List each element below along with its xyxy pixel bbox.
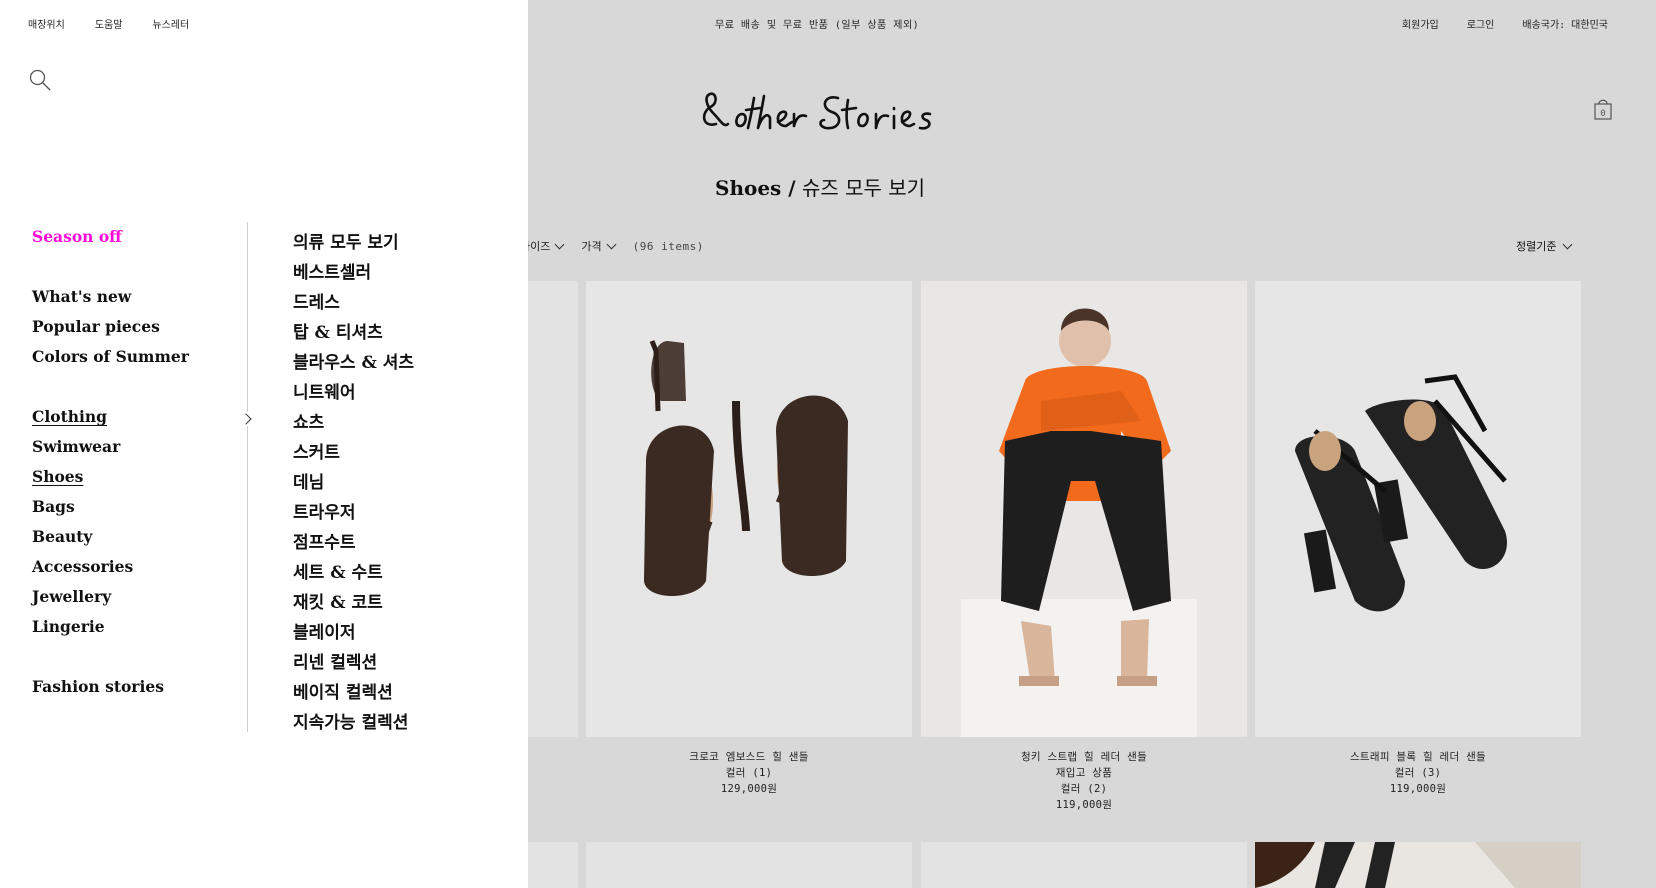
product-badge: 재입고 상품	[1055, 767, 1113, 779]
menu-item-beauty[interactable]: Beauty	[32, 526, 189, 556]
product-image[interactable]	[586, 281, 912, 737]
menu-item-swimwear[interactable]: Swimwear	[32, 436, 189, 466]
login-link[interactable]: 로그인	[1467, 16, 1495, 31]
submenu-item[interactable]: 블레이저	[293, 622, 414, 652]
product-image-partial[interactable]	[1255, 842, 1581, 888]
submenu-item[interactable]: 베이직 컬렉션	[293, 682, 414, 712]
main-category-list: Season off What's new Popular pieces Col…	[32, 226, 189, 706]
item-count: (96 items)	[632, 239, 704, 253]
product-card[interactable]: 크로코 엠보스드 힐 샌들 컬러 (1) 129,000원	[586, 281, 912, 797]
product-name[interactable]: 스트래피 블록 힐 레더 샌들	[1255, 749, 1581, 765]
submenu-item[interactable]: 의류 모두 보기	[293, 232, 414, 262]
country-selector[interactable]: 배송국가: 대한민국	[1522, 16, 1608, 31]
product-name[interactable]: 청키 스트랩 힐 레더 샌들	[921, 749, 1247, 765]
menu-item-shoes[interactable]: Shoes	[32, 466, 189, 496]
product-image[interactable]	[921, 281, 1247, 737]
newsletter-link[interactable]: 뉴스레터	[152, 16, 189, 31]
submenu-item[interactable]: 드레스	[293, 292, 414, 322]
submenu-item[interactable]: 베스트셀러	[293, 262, 414, 292]
brand-logo[interactable]	[698, 88, 944, 138]
menu-item-jewellery[interactable]: Jewellery	[32, 586, 189, 616]
menu-item-bags[interactable]: Bags	[32, 496, 189, 526]
submenu-item[interactable]: 지속가능 컬렉션	[293, 712, 414, 742]
breadcrumb-current: 슈즈 모두 보기	[801, 176, 926, 200]
menu-item-label: Clothing	[32, 407, 107, 426]
clothing-subcategory-list: 의류 모두 보기 베스트셀러 드레스 탑 & 티셔츠 블라우스 & 셔츠 니트웨…	[293, 232, 414, 742]
submenu-item[interactable]: 니트웨어	[293, 382, 414, 412]
product-info: 크로코 엠보스드 힐 샌들 컬러 (1) 129,000원	[586, 749, 912, 797]
submenu-item[interactable]: 세트 & 수트	[293, 562, 414, 592]
product-price: 119,000원	[1055, 799, 1113, 811]
submenu-item[interactable]: 리넨 컬렉션	[293, 652, 414, 682]
page-title: Shoes / 슈즈 모두 보기	[715, 172, 925, 201]
menu-item-lingerie[interactable]: Lingerie	[32, 616, 189, 646]
store-locator-link[interactable]: 매장위치	[28, 16, 65, 31]
menu-item-whats-new[interactable]: What's new	[32, 286, 189, 316]
chevron-down-icon	[1563, 239, 1573, 249]
submenu-item[interactable]: 스커트	[293, 442, 414, 472]
menu-item-colors-of-summer[interactable]: Colors of Summer	[32, 346, 189, 376]
utility-nav: 매장위치 도움말 뉴스레터	[28, 16, 189, 31]
help-link[interactable]: 도움말	[95, 16, 123, 31]
cart-count: 0	[1600, 109, 1605, 119]
product-info: 스트래피 블록 힐 레더 샌들 컬러 (3) 119,000원	[1255, 749, 1581, 797]
menu-item-season-off[interactable]: Season off	[32, 226, 189, 256]
menu-item-clothing[interactable]: Clothing	[32, 406, 189, 436]
signup-link[interactable]: 회원가입	[1402, 16, 1439, 31]
promo-banner: 무료 배송 및 무료 반품 (일부 상품 제외)	[715, 20, 920, 31]
chevron-down-icon	[554, 239, 565, 249]
shopping-bag-icon[interactable]: 0	[1594, 98, 1612, 120]
submenu-item[interactable]: 점프수트	[293, 532, 414, 562]
product-colors: 컬러 (1)	[725, 767, 773, 779]
sort-label: 정렬기준	[1516, 240, 1557, 253]
breadcrumb-category[interactable]: Shoes /	[715, 176, 796, 200]
submenu-item[interactable]: 블라우스 & 셔츠	[293, 352, 414, 382]
product-price: 129,000원	[720, 783, 778, 795]
search-icon[interactable]	[28, 68, 52, 92]
sort-dropdown[interactable]: 정렬기준	[1516, 238, 1573, 254]
product-image[interactable]	[1255, 281, 1581, 737]
product-card[interactable]: 청키 스트랩 힐 레더 샌들 재입고 상품 컬러 (2) 119,000원	[921, 281, 1247, 813]
chevron-down-icon	[606, 239, 617, 249]
product-price: 119,000원	[1389, 783, 1447, 795]
product-image-partial[interactable]	[921, 842, 1247, 888]
submenu-item[interactable]: 쇼츠	[293, 412, 414, 442]
submenu-item[interactable]: 재킷 & 코트	[293, 592, 414, 622]
submenu-item[interactable]: 트라우저	[293, 502, 414, 532]
filter-bar: 사이즈 가격 (96 items)	[520, 238, 704, 254]
price-filter[interactable]: 가격	[581, 238, 617, 254]
menu-item-popular-pieces[interactable]: Popular pieces	[32, 316, 189, 346]
menu-item-fashion-stories[interactable]: Fashion stories	[32, 676, 189, 706]
product-card[interactable]: 스트래피 블록 힐 레더 샌들 컬러 (3) 119,000원	[1255, 281, 1581, 797]
product-info: 청키 스트랩 힐 레더 샌들 재입고 상품 컬러 (2) 119,000원	[921, 749, 1247, 813]
menu-divider	[247, 222, 248, 732]
account-nav: 회원가입 로그인 배송국가: 대한민국	[1402, 16, 1608, 31]
price-filter-label: 가격	[581, 240, 602, 253]
chevron-right-icon	[242, 412, 254, 426]
submenu-item[interactable]: 데님	[293, 472, 414, 502]
navigation-menu-panel: 매장위치 도움말 뉴스레터 Season off What's new Popu…	[0, 0, 528, 888]
product-image-partial[interactable]	[586, 842, 912, 888]
product-colors: 컬러 (2)	[1060, 783, 1108, 795]
submenu-item[interactable]: 탑 & 티셔츠	[293, 322, 414, 352]
menu-item-label: Shoes	[32, 467, 84, 486]
product-name[interactable]: 크로코 엠보스드 힐 샌들	[586, 749, 912, 765]
menu-item-accessories[interactable]: Accessories	[32, 556, 189, 586]
product-colors: 컬러 (3)	[1394, 767, 1442, 779]
